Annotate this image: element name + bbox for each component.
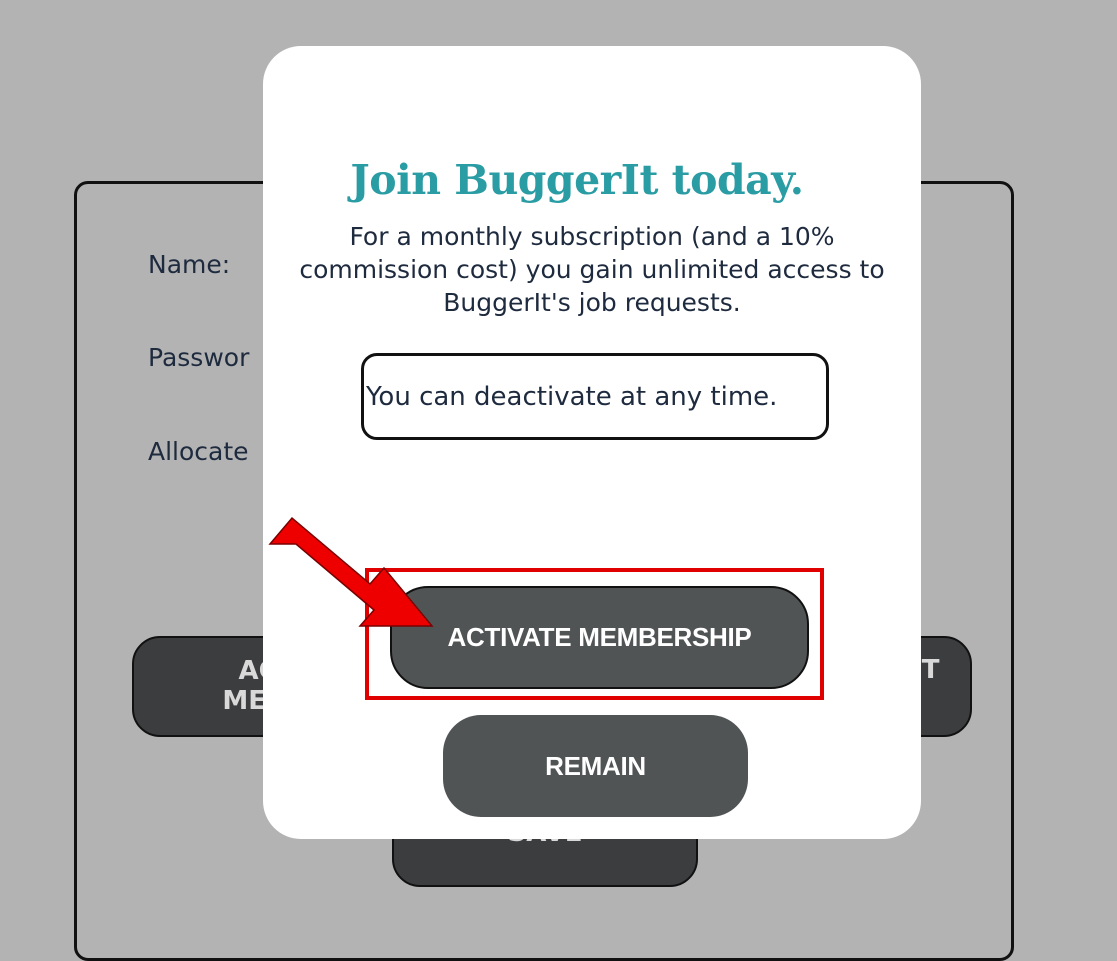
deactivate-note-text: You can deactivate at any time. [366,381,778,412]
remain-button[interactable]: REMAIN [443,715,748,817]
membership-modal: Join BuggerIt today. For a monthly subsc… [263,46,921,839]
name-label: Name: [148,250,231,279]
red-arrow-icon [268,516,434,627]
allocated-label: Allocate [148,437,249,466]
modal-title: Join BuggerIt today. [350,156,804,204]
modal-description: For a monthly subscription (and a 10% co… [299,222,885,317]
password-label: Passwor [148,343,250,372]
deactivate-note: You can deactivate at any time. [361,353,829,440]
